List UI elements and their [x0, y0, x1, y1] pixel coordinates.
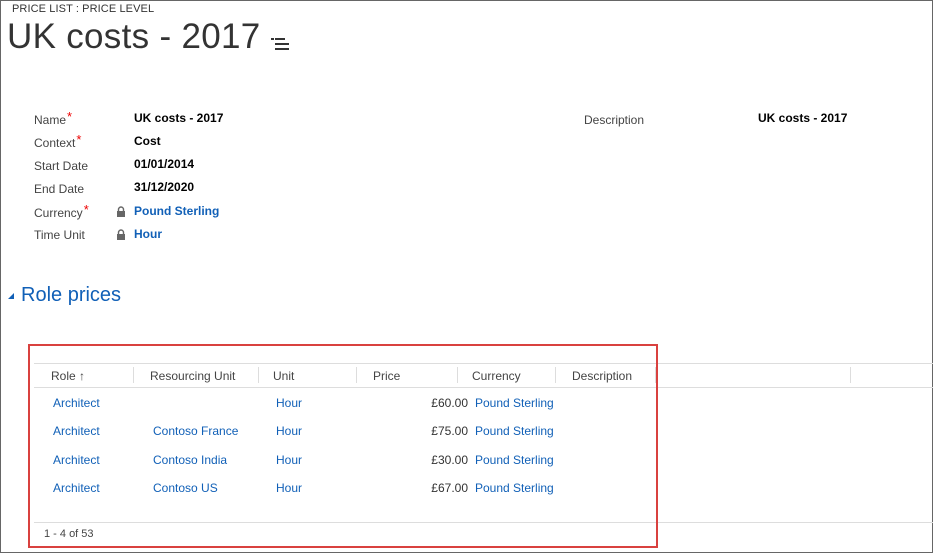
context-value[interactable]: Cost	[134, 134, 161, 148]
lock-icon	[116, 228, 126, 240]
section-title: Role prices	[21, 284, 122, 306]
required-marker: *	[83, 202, 89, 217]
description-label: Description	[584, 113, 645, 127]
entity-label: PRICE LIST : PRICE LEVEL	[12, 3, 155, 15]
start-date-value[interactable]: 01/01/2014	[134, 157, 194, 171]
page-title: UK costs - 2017	[7, 17, 261, 56]
description-value[interactable]: UK costs - 2017	[758, 111, 847, 125]
title-row: UK costs - 2017	[7, 17, 289, 57]
end-date-value[interactable]: 31/12/2020	[134, 180, 194, 194]
currency-label: Currency*	[34, 202, 89, 220]
column-separator	[850, 367, 851, 383]
end-date-label: End Date	[34, 182, 85, 196]
time-unit-value-link[interactable]: Hour	[134, 227, 162, 241]
collapse-triangle-icon	[7, 287, 15, 305]
required-marker: *	[76, 132, 82, 147]
time-unit-label: Time Unit	[34, 228, 85, 242]
lock-icon	[116, 205, 126, 217]
name-value[interactable]: UK costs - 2017	[134, 111, 223, 125]
role-prices-section-header[interactable]: Role prices	[7, 284, 121, 307]
context-label: Context*	[34, 132, 82, 150]
required-marker: *	[67, 109, 73, 124]
highlight-box	[28, 344, 658, 548]
currency-value-link[interactable]: Pound Sterling	[134, 204, 219, 218]
name-label: Name*	[34, 109, 73, 127]
menu-list-icon[interactable]	[270, 37, 289, 51]
start-date-label: Start Date	[34, 159, 89, 173]
